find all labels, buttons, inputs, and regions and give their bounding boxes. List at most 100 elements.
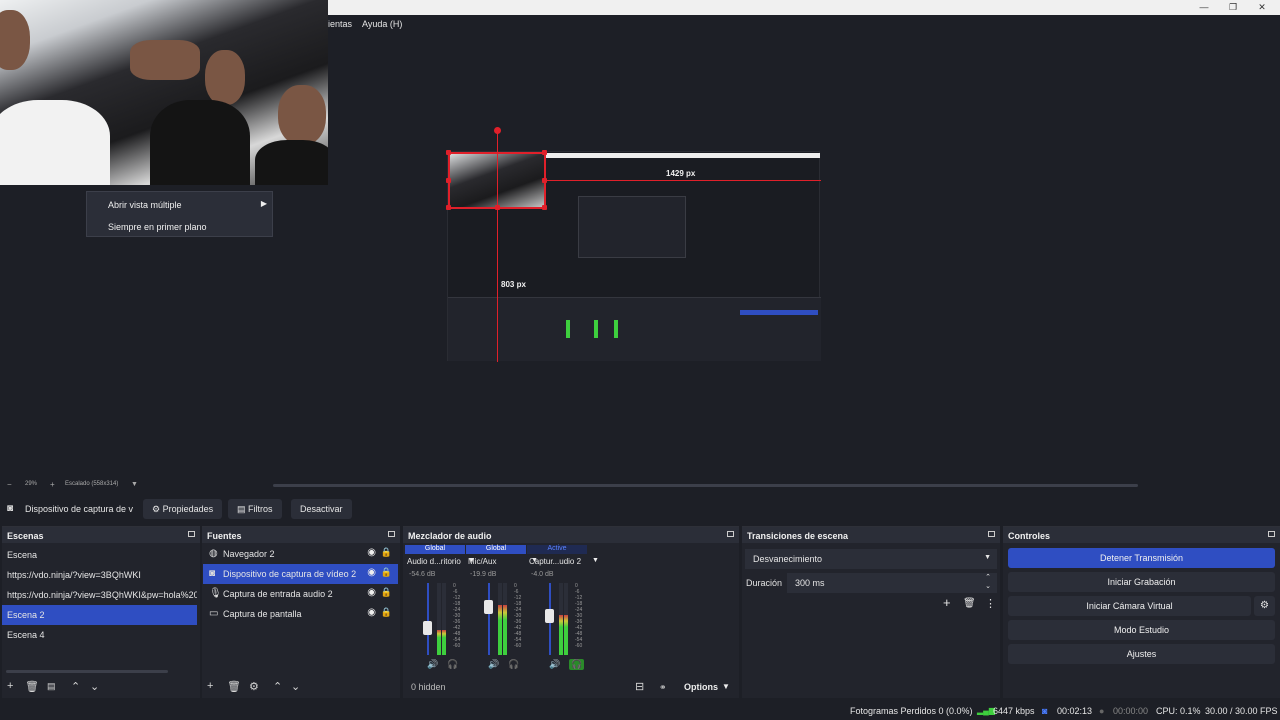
properties-button[interactable]: ⚙ Propiedades <box>143 499 223 519</box>
canvas-preview[interactable]: 1429 px 803 px <box>446 127 821 362</box>
volume-fader[interactable] <box>427 583 429 655</box>
add-icon[interactable]: + <box>207 680 213 692</box>
filters-button[interactable]: ▤ Filtros <box>228 499 282 519</box>
eye-icon[interactable]: ◉ <box>367 547 376 558</box>
scenes-scrollbar[interactable] <box>6 670 168 673</box>
undock-icon[interactable] <box>188 531 195 537</box>
scene-item[interactable]: Escena <box>2 545 197 565</box>
resize-handle[interactable] <box>495 205 500 210</box>
scene-item[interactable]: Escena 4 <box>2 625 197 645</box>
channel-name: Audio d...ritorio <box>407 557 461 566</box>
context-menu: Abrir vista múltiple ▶ Siempre en primer… <box>86 191 273 237</box>
scene-item[interactable]: https://vdo.ninja/?view=3BQhWKI <box>2 565 197 585</box>
undock-icon[interactable] <box>988 531 995 537</box>
headphones-icon[interactable]: 🎧 <box>508 659 519 670</box>
chevron-down-icon[interactable]: ▼ <box>131 481 138 488</box>
source-item[interactable]: ▭ Captura de pantalla ◉ 🔒 <box>203 604 398 624</box>
channel-name: Mic/Aux <box>468 557 497 566</box>
deactivate-button[interactable]: Desactivar <box>291 499 352 519</box>
more-options-icon[interactable]: ⋮ <box>985 597 996 610</box>
studio-mode-button[interactable]: Modo Estudio <box>1008 620 1275 640</box>
scene-item[interactable]: https://vdo.ninja/?view=3BQhWKI&pw=hola%… <box>2 585 197 605</box>
channel-tag: Global <box>466 545 526 554</box>
speaker-icon[interactable]: 🔊 <box>488 659 499 670</box>
virtual-camera-settings-button[interactable]: ⚙ <box>1254 596 1275 616</box>
restore-icon[interactable]: ❐ <box>1227 2 1239 13</box>
channel-db: -19.9 dB <box>470 571 497 578</box>
trash-icon[interactable]: 🗑 <box>963 598 976 609</box>
preview-scrollbar[interactable] <box>273 484 1138 487</box>
menu-item-multiview[interactable]: Abrir vista múltiple <box>108 200 182 210</box>
layout-icon[interactable]: ⊟ <box>635 680 644 693</box>
lock-icon[interactable]: 🔒 <box>381 567 392 578</box>
headphones-icon[interactable]: 🎧 <box>569 659 585 670</box>
zoom-scale-dropdown[interactable]: Escalado (558x314) <box>65 481 118 487</box>
level-meter <box>503 583 507 655</box>
gear-icon[interactable]: ⚙ <box>249 680 259 693</box>
move-up-icon[interactable]: ⌃ <box>273 680 282 693</box>
bitrate: 6447 kbps <box>993 706 1035 716</box>
resize-handle[interactable] <box>542 205 547 210</box>
stop-stream-button[interactable]: Detener Transmisión <box>1008 548 1275 568</box>
spin-down-icon[interactable]: ⌄ <box>985 582 991 590</box>
lock-icon[interactable]: 🔒 <box>381 607 392 618</box>
start-recording-button[interactable]: Iniciar Grabación <box>1008 572 1275 592</box>
lock-icon[interactable]: 🔒 <box>381 547 392 558</box>
resize-handle[interactable] <box>446 150 451 155</box>
settings-button[interactable]: Ajustes <box>1008 644 1275 664</box>
trash-icon[interactable]: 🗑 <box>227 680 241 693</box>
link-icon[interactable]: ⚭ <box>659 682 667 693</box>
add-icon[interactable]: + <box>7 680 13 692</box>
resize-handle[interactable] <box>446 205 451 210</box>
zoom-out-button[interactable]: − <box>7 480 12 489</box>
trash-icon[interactable]: 🗑 <box>25 680 39 693</box>
undock-icon[interactable] <box>388 531 395 537</box>
duration-spinbox[interactable]: 300 ms ⌃ ⌄ <box>787 573 997 593</box>
source-label: Captura de entrada audio 2 <box>223 589 333 599</box>
chevron-down-icon[interactable]: ▼ <box>592 557 599 564</box>
fader-knob[interactable] <box>545 609 554 623</box>
eye-icon[interactable]: ◉ <box>367 607 376 618</box>
source-item[interactable]: 🎙 Captura de entrada audio 2 ◉ 🔒 <box>203 584 398 604</box>
move-down-icon[interactable]: ⌄ <box>90 680 99 693</box>
close-icon[interactable]: ✕ <box>1256 2 1268 13</box>
duration-value: 300 ms <box>795 578 825 588</box>
undock-icon[interactable] <box>727 531 734 537</box>
rotate-handle[interactable] <box>494 127 501 134</box>
controls-dock-header: Controles <box>1003 527 1280 543</box>
resize-handle[interactable] <box>542 178 547 183</box>
eye-icon[interactable]: ◉ <box>367 567 376 578</box>
lock-icon[interactable]: 🔒 <box>381 587 392 598</box>
volume-fader[interactable] <box>488 583 490 655</box>
move-up-icon[interactable]: ⌃ <box>71 680 80 693</box>
start-virtual-camera-button[interactable]: Iniciar Cámara Virtual <box>1008 596 1251 616</box>
dropped-frames: Fotogramas Perdidos 0 (0.0%) <box>850 706 973 716</box>
transition-select[interactable]: Desvanecimiento ▼ <box>745 549 997 569</box>
camera-icon: ◙ <box>209 568 216 579</box>
level-meter-fill <box>437 629 441 655</box>
zoom-in-button[interactable]: + <box>50 480 55 489</box>
move-down-icon[interactable]: ⌄ <box>291 680 300 693</box>
resize-handle[interactable] <box>542 150 547 155</box>
eye-icon[interactable]: ◉ <box>367 587 376 598</box>
menu-item-always-on-top[interactable]: Siempre en primer plano <box>108 222 207 232</box>
speaker-icon[interactable]: 🔊 <box>427 659 438 670</box>
speaker-icon[interactable]: 🔊 <box>549 659 560 670</box>
minimize-icon[interactable]: — <box>1198 2 1210 13</box>
chevron-down-icon[interactable]: ▼ <box>722 682 730 691</box>
fader-knob[interactable] <box>423 621 432 635</box>
scene-item-selected[interactable]: Escena 2 <box>2 605 197 625</box>
options-button[interactable]: Options <box>684 682 718 692</box>
fader-knob[interactable] <box>484 600 493 614</box>
menu-ayuda[interactable]: Ayuda (H) <box>362 19 402 29</box>
nested-stream-button <box>740 310 818 315</box>
undock-icon[interactable] <box>1268 531 1275 537</box>
source-item-selected[interactable]: ◙ Dispositivo de captura de vídeo 2 ◉ 🔒 <box>203 564 398 584</box>
add-icon[interactable]: + <box>943 595 951 610</box>
source-item[interactable]: ◍ Navegador 2 ◉ 🔒 <box>203 544 398 564</box>
headphones-icon[interactable]: 🎧 <box>447 659 458 670</box>
spin-up-icon[interactable]: ⌃ <box>985 573 991 581</box>
menu-herramientas[interactable]: ientas <box>328 19 352 29</box>
filter-icon[interactable]: ▤ <box>47 681 56 692</box>
resize-handle[interactable] <box>446 178 451 183</box>
